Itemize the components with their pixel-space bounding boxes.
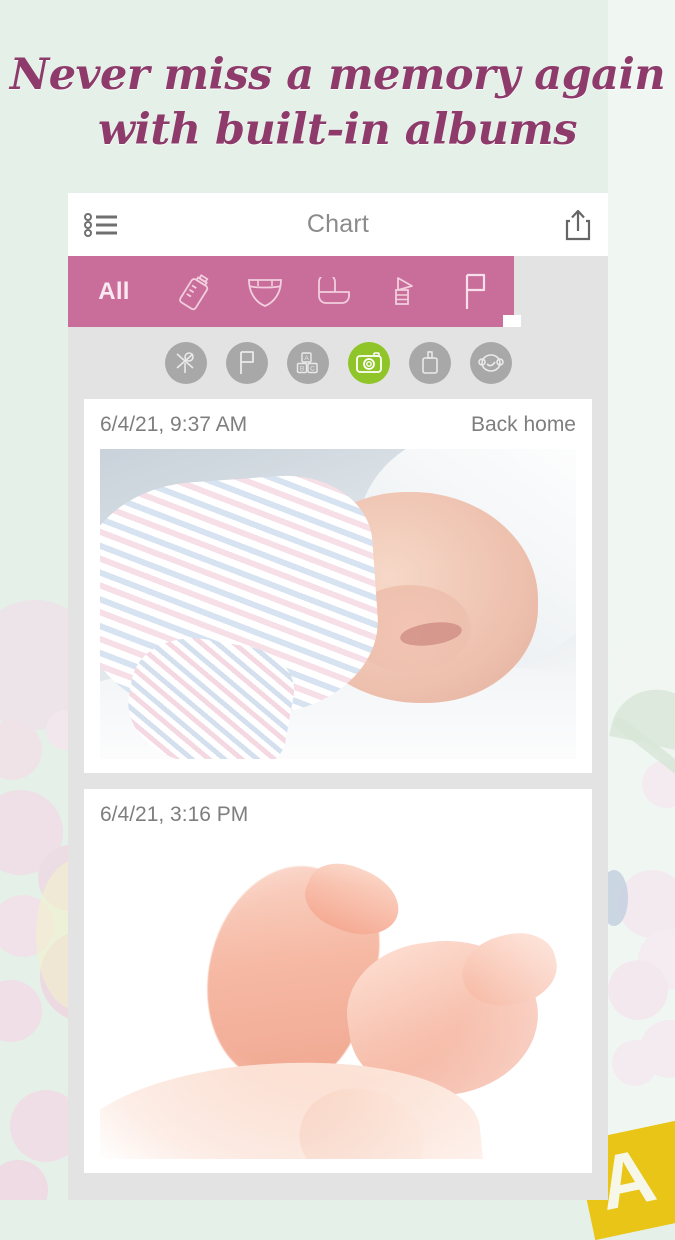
quick-action-baby[interactable]	[469, 342, 512, 384]
app-navbar: Chart	[68, 193, 608, 256]
quick-action-photo[interactable]	[347, 342, 390, 384]
svg-text:C: C	[310, 366, 315, 373]
entry-header: 6/4/21, 3:16 PM	[100, 803, 576, 827]
entry-timestamp: 6/4/21, 9:37 AM	[100, 413, 248, 436]
filter-tab-milestone[interactable]	[440, 256, 510, 327]
quick-action-activity[interactable]: A B C	[286, 342, 329, 384]
diaper-icon	[245, 275, 285, 309]
entry-header: 6/4/21, 9:37 AM Back home	[100, 413, 576, 437]
quick-action-medicine[interactable]	[408, 342, 451, 384]
list-menu-button[interactable]	[84, 193, 118, 256]
entry-note: Back home	[470, 413, 576, 436]
svg-text:A: A	[304, 355, 309, 362]
filter-tab-all[interactable]: All	[68, 256, 160, 327]
flag-icon	[458, 272, 492, 312]
entry-photo[interactable]	[100, 839, 576, 1159]
baby-face-icon	[477, 351, 505, 375]
nail-clipper-icon	[173, 350, 199, 376]
filter-tab-diaper[interactable]	[230, 256, 300, 327]
headline-line-1: Never miss a memory again	[9, 50, 666, 100]
filter-selected-indicator	[503, 315, 521, 327]
quick-action-nail-care[interactable]	[164, 342, 207, 384]
category-filter-bar[interactable]: All	[68, 256, 521, 327]
quick-action-row: A B C	[68, 327, 608, 399]
decorative-dot	[0, 1160, 48, 1200]
share-button[interactable]	[564, 193, 592, 256]
filter-tab-feeding[interactable]	[160, 256, 230, 327]
app-title: Chart	[306, 210, 370, 238]
baby-bottle-icon	[177, 272, 213, 312]
app-screenshot: Chart All A B C 6/4/21, 9:37 AM Back hom…	[68, 193, 608, 1200]
promo-right-panel	[608, 0, 675, 1200]
camera-icon	[355, 351, 383, 375]
medicine-bottle-icon	[418, 350, 442, 376]
filter-tab-all-label: All	[98, 277, 130, 305]
share-icon	[564, 208, 592, 242]
breast-pump-icon	[388, 272, 422, 312]
list-icon	[84, 212, 118, 238]
entry-card[interactable]: 6/4/21, 9:37 AM Back home	[84, 399, 592, 773]
bathtub-icon	[315, 276, 355, 307]
svg-text:B: B	[299, 366, 303, 373]
photo-white-vignette	[100, 839, 576, 1159]
entry-photo[interactable]	[100, 449, 576, 759]
abc-blocks-icon: A B C	[295, 350, 321, 376]
filter-tab-bath[interactable]	[300, 256, 370, 327]
entry-timestamp: 6/4/21, 3:16 PM	[100, 803, 249, 826]
entry-card[interactable]: 6/4/21, 3:16 PM	[84, 789, 592, 1173]
entry-list: 6/4/21, 9:37 AM Back home 6/4/21, 3:16 P…	[68, 399, 608, 1173]
filter-tab-pumping[interactable]	[370, 256, 440, 327]
decorative-dot	[0, 980, 42, 1042]
quick-action-milestone[interactable]	[225, 342, 268, 384]
page-title: Never miss a memory again with built-in …	[0, 48, 675, 158]
headline-line-2: with built-in albums	[98, 105, 577, 156]
flag-icon	[235, 350, 259, 376]
